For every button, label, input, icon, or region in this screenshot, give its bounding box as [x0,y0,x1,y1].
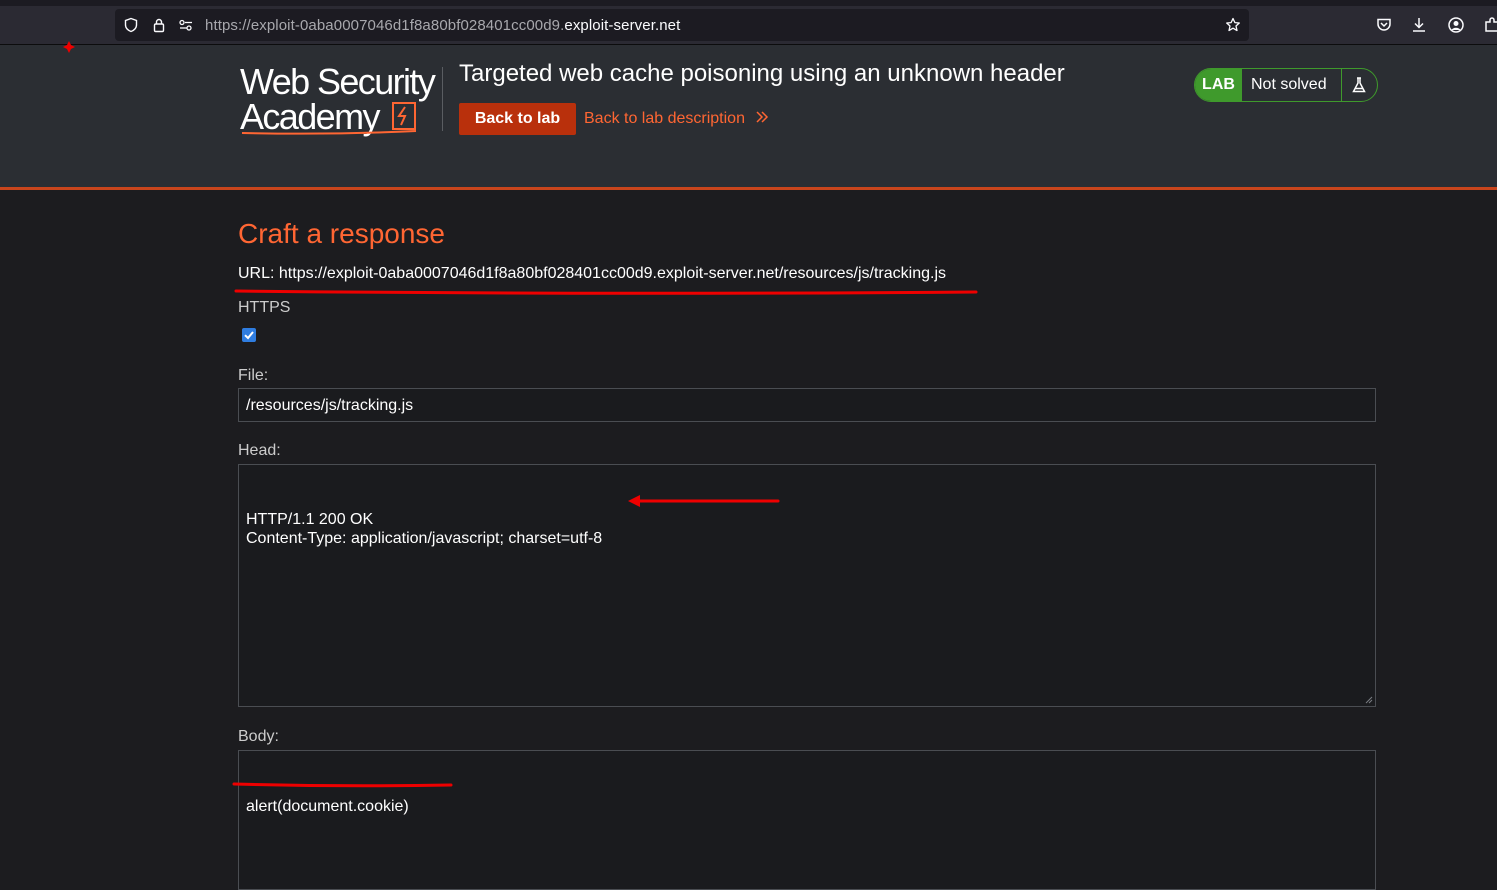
head-textarea-content: HTTP/1.1 200 OK Content-Type: applicatio… [246,511,603,547]
checkmark-icon [244,331,254,340]
download-icon[interactable] [1410,16,1428,34]
lab-title: Targeted web cache poisoning using an un… [459,60,1065,87]
pocket-icon[interactable] [1375,16,1393,34]
double-chevron-right-icon [756,111,769,123]
shield-icon[interactable] [123,17,139,33]
https-checkbox[interactable] [242,328,256,342]
lab-header: Web Security Academy Targeted web cache … [0,45,1497,190]
head-label: Head: [238,442,281,459]
lab-status-widget: LAB Not solved [1194,68,1378,102]
resize-grip-icon[interactable] [1363,694,1373,704]
logo-swoosh [241,130,417,135]
file-input[interactable]: /resources/js/tracking.js [238,388,1376,422]
back-to-lab-description-link[interactable]: Back to lab description [584,110,769,128]
exploit-url-text: URL: https://exploit-0aba0007046d1f8a80b… [238,265,946,282]
bookmark-star-icon[interactable] [1225,17,1241,33]
url-host: exploit-server.net [564,17,681,34]
url-prefix: https://exploit-0aba0007046d1f8a80bf0284… [205,17,565,34]
head-textarea[interactable]: HTTP/1.1 200 OK Content-Type: applicatio… [238,464,1376,707]
back-to-lab-description-label: Back to lab description [584,110,745,127]
browser-toolbar: https://exploit-0aba0007046d1f8a80bf0284… [0,6,1497,45]
url-text[interactable]: https://exploit-0aba0007046d1f8a80bf0284… [205,17,680,34]
account-icon[interactable] [1447,16,1465,34]
back-to-lab-button[interactable]: Back to lab [459,103,576,135]
extensions-icon[interactable] [1483,16,1497,34]
status-separator [1341,69,1342,101]
body-textarea-content: alert(document.cookie) [246,798,409,815]
lightning-icon [392,102,416,130]
permissions-icon[interactable] [178,17,194,33]
body-textarea[interactable]: alert(document.cookie) [238,750,1376,890]
header-divider [442,67,443,131]
lock-icon[interactable] [151,17,167,33]
page-title: Craft a response [238,218,445,249]
https-label: HTTPS [238,299,291,316]
lab-status-text: Not solved [1251,76,1327,93]
url-underline-annotation [234,289,978,295]
address-bar[interactable]: https://exploit-0aba0007046d1f8a80bf0284… [115,9,1249,41]
body-label: Body: [238,728,279,745]
lab-status-tag: LAB [1195,69,1242,101]
file-label: File: [238,367,269,384]
logo-line1: Web Security [240,61,436,102]
flask-icon [1352,77,1366,93]
